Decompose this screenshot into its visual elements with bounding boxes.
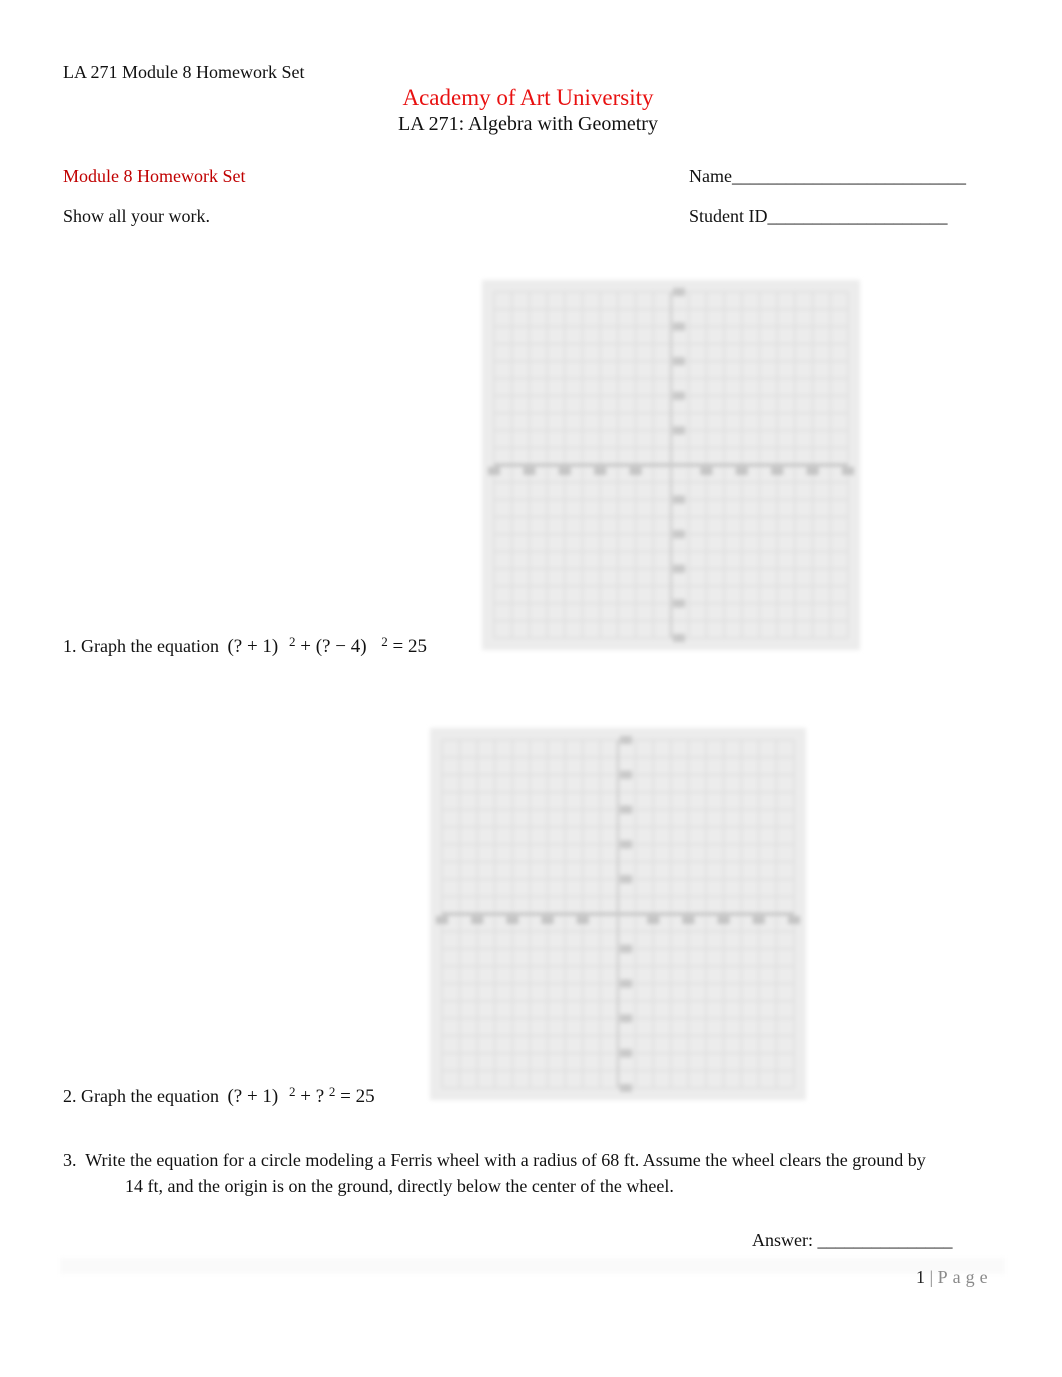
y-tick-label: [620, 944, 632, 953]
y-tick-label: [620, 840, 632, 849]
q1-term1: (? + 1): [227, 636, 279, 657]
q3-text-1: Write the equation for a circle modeling…: [85, 1150, 926, 1170]
x-tick-label: [717, 916, 730, 924]
y-tick-label: [673, 322, 685, 331]
x-tick-label: [506, 916, 519, 924]
running-title: LA 271 Module 8 Homework Set: [63, 62, 305, 82]
x-tick-label: [541, 916, 554, 924]
page-number: 1: [916, 1267, 925, 1287]
q2-exp1: 2: [289, 1084, 296, 1099]
x-tick-label: [576, 916, 589, 924]
q1-plus: +: [300, 636, 311, 657]
x-tick-label: [700, 467, 713, 475]
student-id-label: Student ID: [689, 206, 768, 226]
instruction-text: Show all your work.: [63, 206, 210, 226]
x-tick-label: [682, 916, 695, 924]
x-tick-label: [594, 467, 607, 475]
y-tick-label: [673, 599, 685, 608]
page-word: Page: [937, 1267, 993, 1287]
q1-rhs: = 25: [392, 636, 428, 657]
answer-blank: _______________: [817, 1230, 953, 1250]
q1-term2: (? − 4): [315, 636, 367, 657]
q3-text-2: 14 ft, and the origin is on the ground, …: [125, 1176, 674, 1196]
x-tick-label: [752, 916, 765, 924]
y-tick-label: [620, 875, 632, 884]
set-title: Module 8 Homework Set: [63, 166, 246, 186]
x-tick-label: [771, 467, 784, 475]
question-1: 1. Graph the equation (? + 1) 2 + (? − 4…: [63, 634, 428, 658]
y-tick-label: [673, 391, 685, 400]
answer-field[interactable]: Answer: _______________: [752, 1230, 953, 1251]
x-tick-label: [488, 467, 500, 475]
q2-equation: (? + 1) 2 + ? 2 = 25: [227, 1084, 375, 1107]
y-tick-label: [673, 495, 685, 504]
grid-2-lines: [436, 736, 800, 1092]
coordinate-grid-1: [482, 280, 860, 650]
y-tick-label: [620, 1014, 632, 1023]
q1-equation: (? + 1) 2 + (? − 4) 2 = 25: [227, 634, 428, 657]
q2-rhs: = 25: [340, 1086, 375, 1107]
student-id-field[interactable]: Student ID____________________: [689, 206, 948, 227]
page-footer: 1 | Page: [916, 1267, 993, 1288]
y-tick-label: [673, 530, 685, 539]
footer-band: [60, 1258, 1005, 1274]
x-tick-label: [735, 467, 748, 475]
x-tick-label: [788, 916, 800, 924]
question-3-line-1: 3. Write the equation for a circle model…: [63, 1150, 926, 1171]
institution-name: Academy of Art University: [402, 85, 654, 110]
y-tick-label: [673, 288, 685, 296]
q2-prompt: Graph the equation: [81, 1086, 219, 1106]
y-tick-label: [620, 805, 632, 814]
x-tick-label: [523, 467, 536, 475]
y-tick-label: [673, 357, 685, 366]
grid-1-lines: [488, 288, 854, 642]
q2-plus: +: [300, 1086, 311, 1107]
y-tick-label: [620, 770, 632, 779]
x-tick-label: [629, 467, 642, 475]
question-2: 2. Graph the equation (? + 1) 2 + ? 2 = …: [63, 1084, 375, 1108]
answer-label: Answer:: [752, 1230, 813, 1250]
name-label: Name: [689, 166, 732, 186]
q1-exp2: 2: [381, 634, 388, 649]
x-tick-label: [471, 916, 484, 924]
name-field[interactable]: Name__________________________: [689, 166, 966, 187]
y-tick-label: [673, 634, 685, 642]
y-tick-label: [620, 1049, 632, 1058]
q1-prompt: Graph the equation: [81, 636, 219, 656]
q2-term1: (? + 1): [227, 1086, 279, 1107]
name-blank: __________________________: [731, 166, 966, 186]
y-tick-label: [673, 426, 685, 435]
course-title: LA 271: Algebra with Geometry: [398, 113, 658, 135]
q2-exp2: 2: [328, 1084, 336, 1099]
x-tick-label: [806, 467, 819, 475]
page-separator: |: [929, 1267, 934, 1287]
x-tick-label: [842, 467, 854, 475]
y-tick-label: [673, 564, 685, 573]
x-tick-label: [436, 916, 448, 924]
q3-number: 3.: [63, 1150, 77, 1170]
y-tick-label: [620, 1084, 632, 1092]
q1-number: 1.: [63, 636, 77, 656]
student-id-blank: ____________________: [767, 206, 948, 226]
y-tick-label: [620, 979, 632, 988]
q2-number: 2.: [63, 1086, 77, 1106]
coordinate-grid-2: [430, 728, 806, 1100]
y-tick-label: [620, 736, 632, 744]
q1-exp1: 2: [289, 634, 296, 649]
x-tick-label: [647, 916, 660, 924]
q2-term2: ?: [315, 1086, 325, 1107]
x-tick-label: [558, 467, 571, 475]
